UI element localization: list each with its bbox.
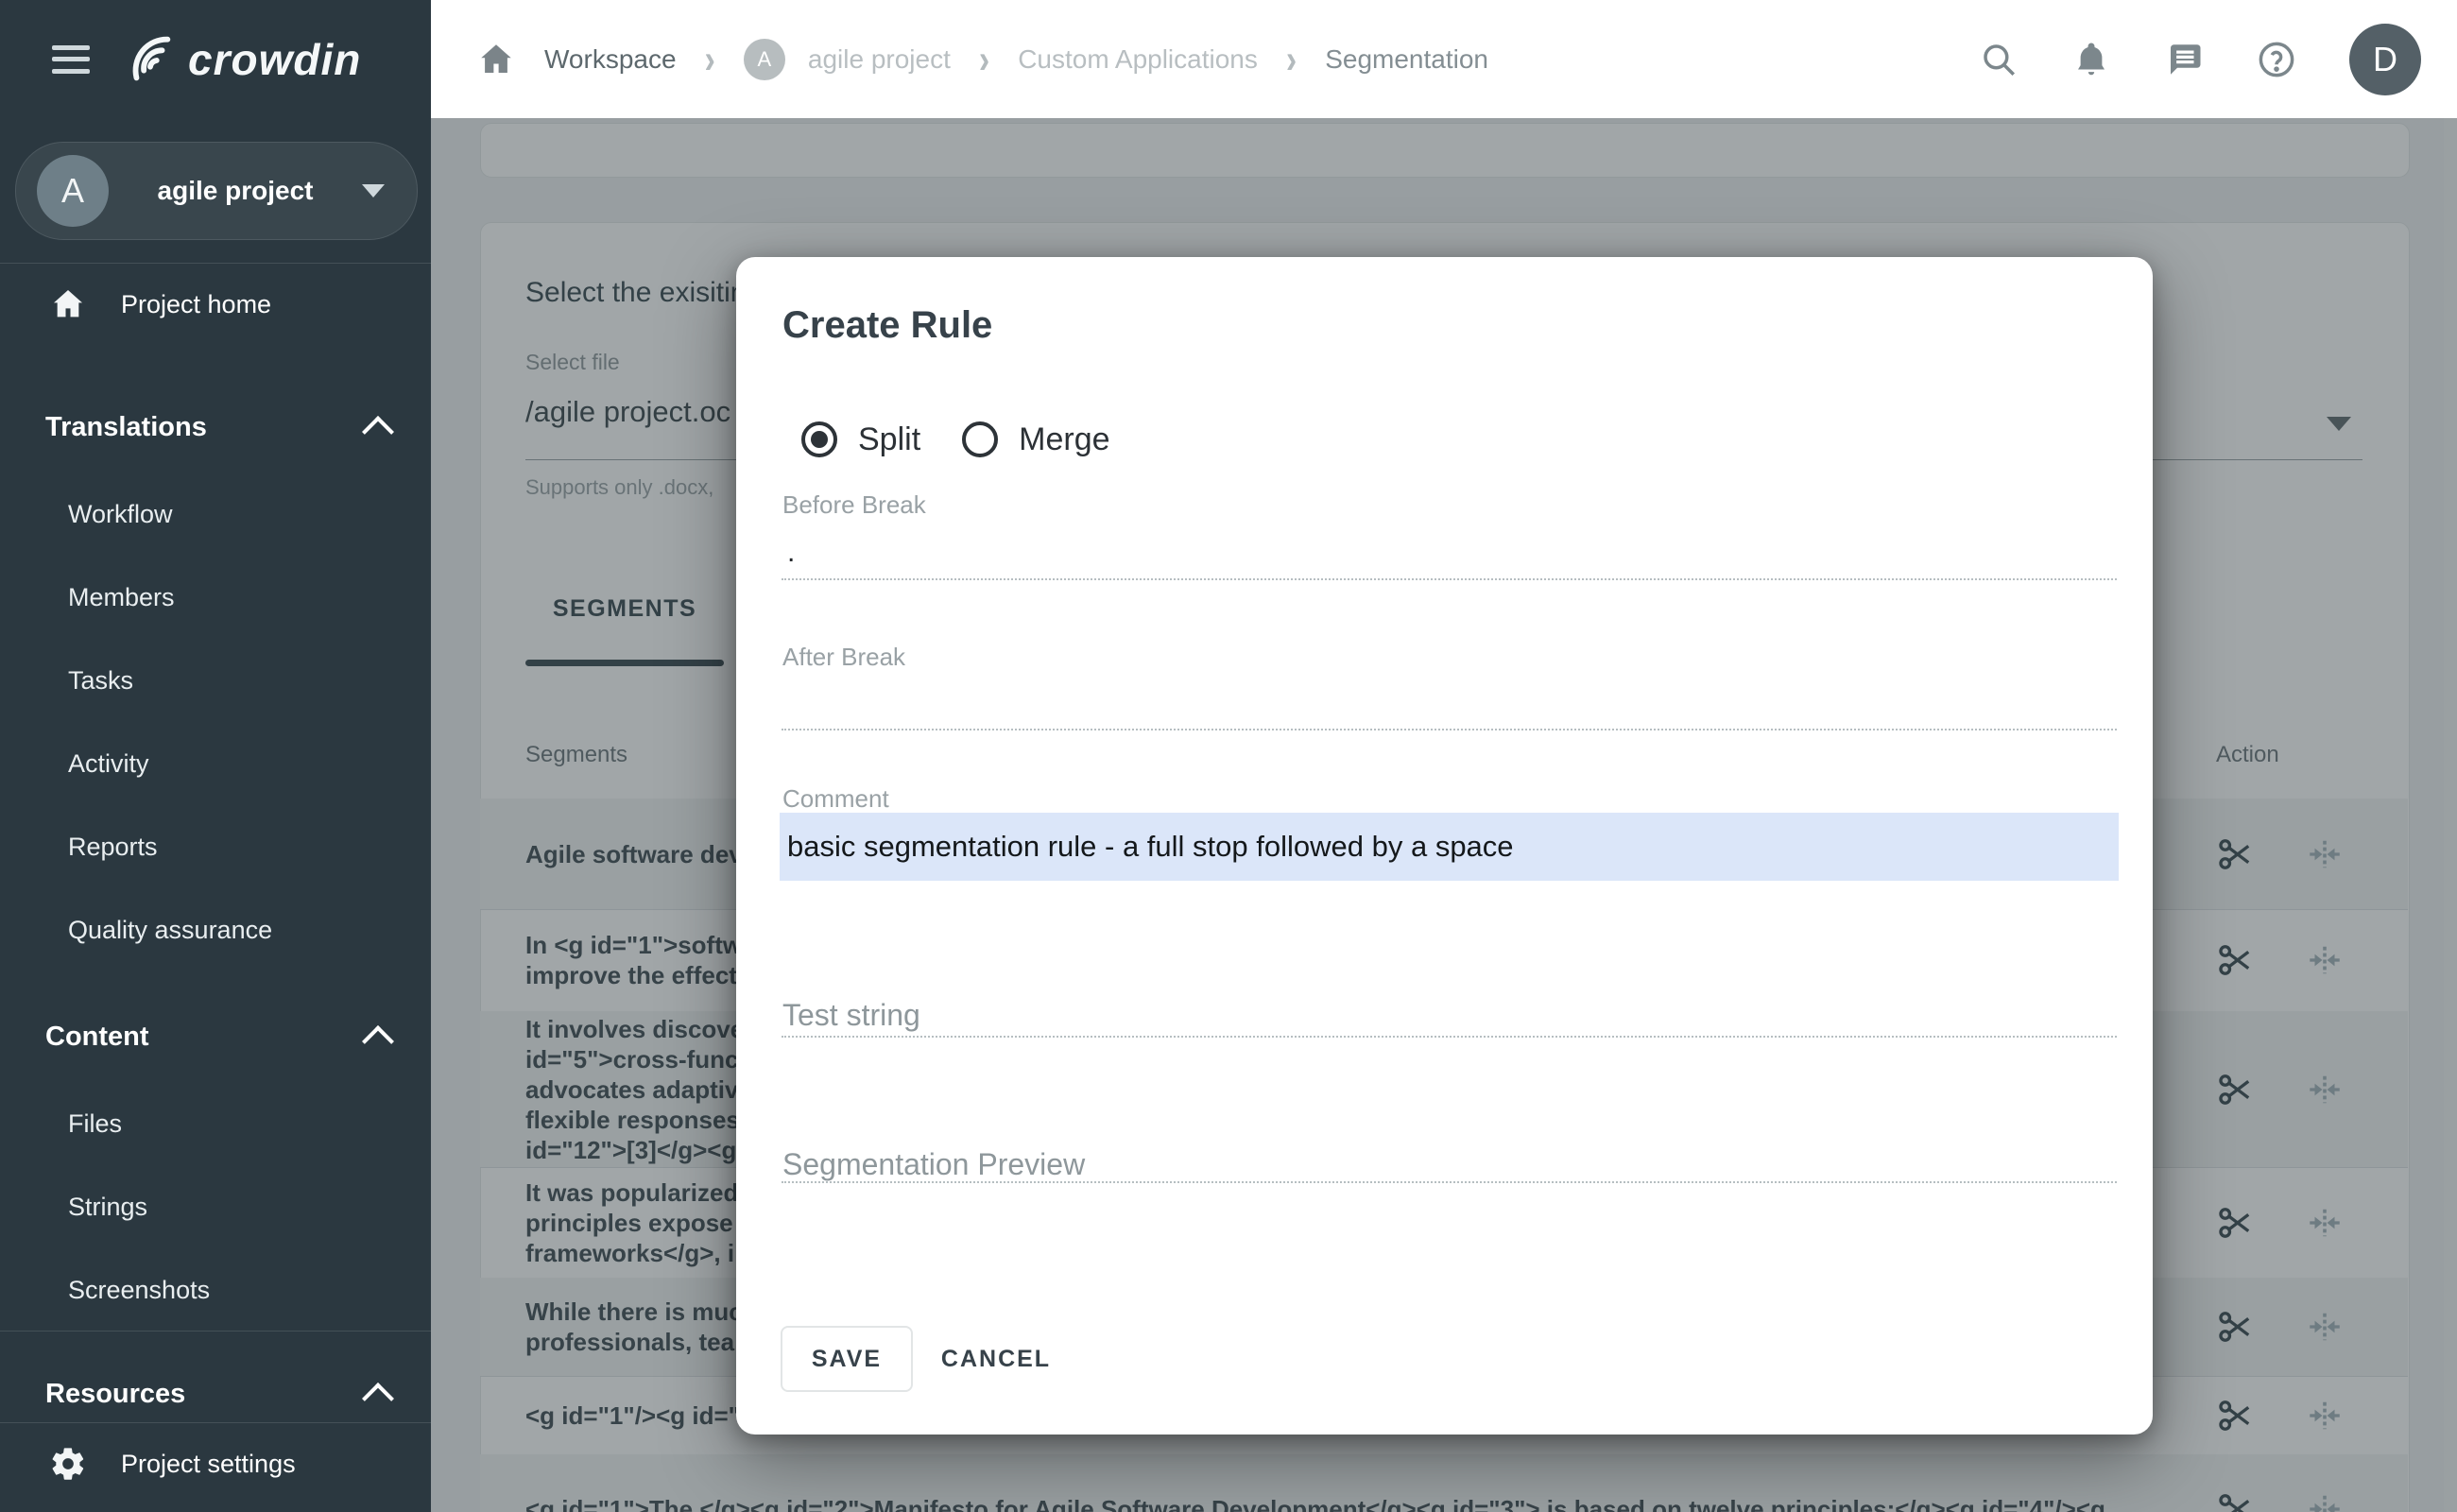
after-break-label: After Break <box>782 643 906 671</box>
before-break-input[interactable]: . <box>787 537 795 569</box>
radio-split[interactable] <box>801 421 837 457</box>
sidebar-item-activity[interactable]: Activity <box>0 722 431 805</box>
sidebar-section-label: Translations <box>45 412 207 442</box>
sidebar-item-quality-assurance[interactable]: Quality assurance <box>0 888 431 971</box>
top-bar: Workspace › Aagile project › Custom Applicat… <box>431 0 2457 118</box>
chevron-up-icon <box>362 1382 394 1415</box>
test-string-input[interactable]: Test string <box>782 998 920 1033</box>
sidebar-section-label: Resources <box>45 1379 186 1409</box>
breadcrumb-item-agile-project[interactable]: agile project <box>808 44 951 75</box>
crowdin-logo[interactable]: crowdin <box>120 30 361 89</box>
breadcrumb-project-avatar: A <box>743 38 785 80</box>
sidebar-item-label: Project settings <box>121 1449 296 1478</box>
breadcrumb-item-workspace[interactable]: Workspace <box>544 44 677 75</box>
test-string-underline <box>782 1036 2117 1038</box>
home-icon <box>49 285 87 323</box>
sidebar-item-strings[interactable]: Strings <box>0 1165 431 1248</box>
sidebar-item-label: Activity <box>68 748 149 778</box>
messages-icon[interactable] <box>2164 40 2204 79</box>
segmentation-preview-input[interactable]: Segmentation Preview <box>782 1147 1085 1182</box>
comment-label: Comment <box>782 784 889 813</box>
chevron-up-icon <box>362 415 394 448</box>
project-name: agile project <box>157 176 314 205</box>
radio-label-split: Split <box>858 421 921 457</box>
sidebar-item-project-home[interactable]: Project home <box>0 263 431 346</box>
sidebar-item-screenshots[interactable]: Screenshots <box>0 1248 431 1332</box>
sidebar: crowdin A agile project Project home Tra… <box>0 0 431 1512</box>
segmentation-preview-underline <box>782 1181 2117 1183</box>
search-icon[interactable] <box>1979 40 2019 79</box>
sidebar-item-project-settings[interactable]: Project settings <box>0 1422 431 1505</box>
sidebar-item-members[interactable]: Members <box>0 556 431 639</box>
create-rule-modal: Create Rule Split Merge Before Break . Af… <box>736 257 2153 1435</box>
sidebar-section-translations[interactable]: Translations <box>0 383 431 472</box>
project-selector[interactable]: A agile project <box>15 142 418 240</box>
comment-input[interactable]: basic segmentation rule - a full stop fo… <box>780 813 2119 881</box>
sidebar-item-files[interactable]: Files <box>0 1082 431 1165</box>
comment-selected-text: basic segmentation rule - a full stop fo… <box>787 830 1514 863</box>
sidebar-item-label: Members <box>68 582 175 611</box>
modal-title: Create Rule <box>782 304 993 346</box>
help-icon[interactable] <box>2257 40 2296 79</box>
notifications-icon[interactable] <box>2071 40 2111 79</box>
sidebar-section-label: Content <box>45 1022 149 1052</box>
cancel-button[interactable]: CANCEL <box>935 1326 1057 1392</box>
sidebar-item-label: Project home <box>121 289 272 318</box>
sidebar-item-label: Quality assurance <box>68 915 273 944</box>
sidebar-item-label: Files <box>68 1108 123 1138</box>
home-icon[interactable] <box>476 40 516 79</box>
breadcrumb-chevron-icon: › <box>704 36 715 82</box>
user-avatar[interactable]: D <box>2349 23 2421 95</box>
sidebar-item-workflow[interactable]: Workflow <box>0 472 431 556</box>
sidebar-section-content[interactable]: Content <box>0 992 431 1082</box>
crowdin-logo-text: crowdin <box>188 34 362 84</box>
app-root: Select the exisiting Select file /agile … <box>0 0 2457 1512</box>
radio-label-merge: Merge <box>1019 421 1110 457</box>
radio-merge[interactable] <box>962 421 999 457</box>
after-break-underline <box>782 729 2117 730</box>
breadcrumb-item-segmentation: Segmentation <box>1325 43 1488 74</box>
sidebar-item-reports[interactable]: Reports <box>0 805 431 888</box>
gear-icon <box>49 1445 87 1483</box>
hamburger-menu-icon[interactable] <box>52 44 90 74</box>
crowdin-logo-mark <box>132 36 171 80</box>
project-selector-caret-icon <box>362 184 385 198</box>
sidebar-item-tasks[interactable]: Tasks <box>0 639 431 722</box>
sidebar-item-label: Tasks <box>68 665 134 695</box>
breadcrumb: Workspace › Aagile project › Custom Applicat… <box>476 36 1488 82</box>
before-break-underline <box>782 578 2117 580</box>
chevron-up-icon <box>362 1024 394 1057</box>
before-break-label: Before Break <box>782 490 926 519</box>
save-button[interactable]: SAVE <box>781 1326 913 1392</box>
sidebar-item-label: Screenshots <box>68 1275 211 1304</box>
breadcrumb-chevron-icon: › <box>1285 36 1297 82</box>
project-avatar: A <box>37 155 109 227</box>
breadcrumb-chevron-icon: › <box>978 36 990 82</box>
sidebar-item-label: Workflow <box>68 499 173 528</box>
sidebar-item-label: Reports <box>68 832 158 861</box>
sidebar-divider <box>0 1331 431 1332</box>
breadcrumb-item-custom-applications[interactable]: Custom Applications <box>1018 44 1258 75</box>
sidebar-item-label: Strings <box>68 1192 148 1221</box>
